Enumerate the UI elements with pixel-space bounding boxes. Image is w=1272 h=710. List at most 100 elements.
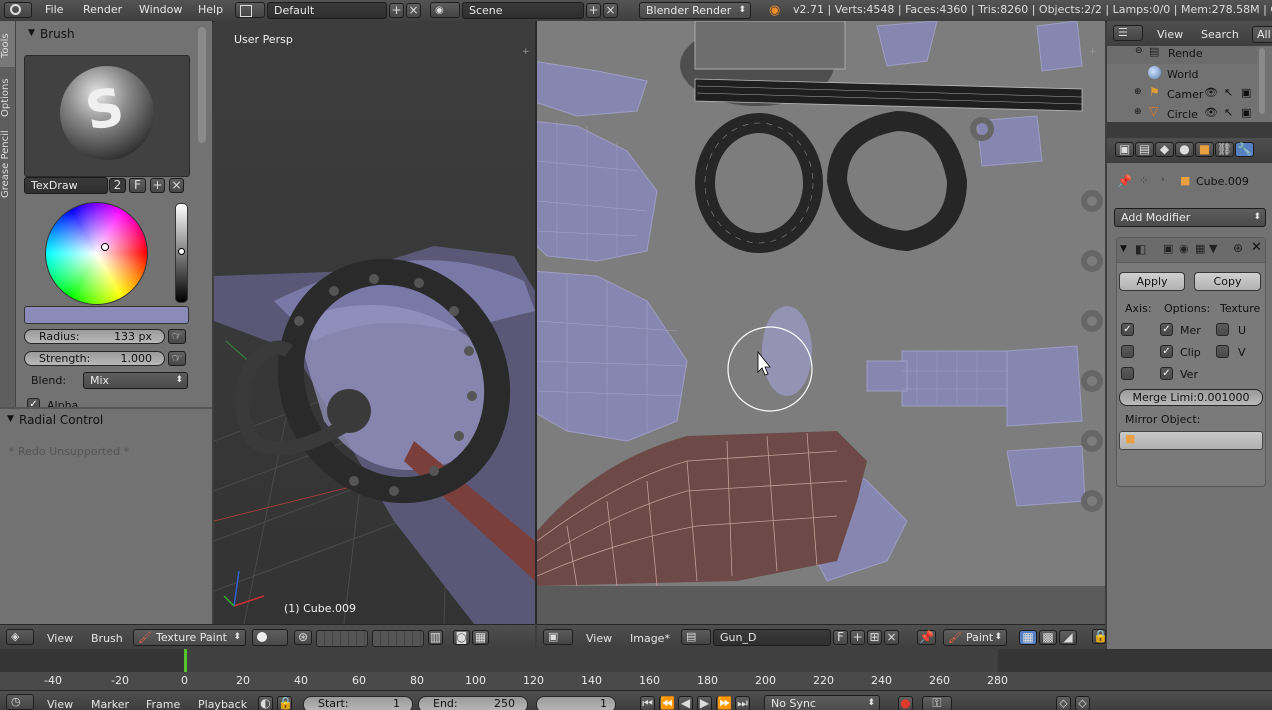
display-alpha-icon[interactable]: ▩	[1039, 630, 1057, 645]
prev-keyframe-icon[interactable]: ⏪	[659, 696, 675, 710]
radius-pressure-button[interactable]: ☞	[168, 329, 186, 344]
visibility-eye-icon[interactable]: 👁	[1204, 106, 1218, 119]
view-menu[interactable]: View	[47, 698, 73, 710]
keying-set-icon[interactable]: ◐	[258, 696, 273, 710]
mirror-v-checkbox[interactable]	[1216, 345, 1229, 358]
lock-icon[interactable]: 🔒	[277, 696, 293, 710]
expand-icon[interactable]: ⊕	[1134, 87, 1142, 97]
editor-type-button[interactable]: ◈	[6, 629, 34, 645]
view-menu[interactable]: View	[586, 632, 612, 645]
outliner-item-world[interactable]: World	[1167, 68, 1199, 81]
image-browse[interactable]: ▤	[681, 629, 711, 645]
render-layers-tab-icon[interactable]: ▤	[1135, 142, 1154, 157]
radius-field[interactable]: Radius: 133 px	[24, 329, 165, 344]
insert-keyframe-icon[interactable]: ⬦	[1056, 696, 1071, 710]
layer-buttons[interactable]	[316, 630, 368, 647]
playback-menu[interactable]: Playback	[198, 698, 247, 710]
screen-layout-browse[interactable]	[235, 2, 265, 18]
end-frame-field[interactable]: End: 250	[418, 696, 528, 710]
outliner-item-circle[interactable]: Circle	[1167, 108, 1198, 121]
fake-user-button[interactable]: F	[129, 178, 146, 193]
sync-mode-select[interactable]: No Sync ⬍	[764, 695, 880, 710]
current-frame-marker[interactable]	[184, 649, 187, 672]
viewport-shading-select[interactable]	[252, 629, 288, 646]
pin-icon[interactable]: 📌	[1117, 174, 1132, 188]
collapse-arrow-icon[interactable]: ▼	[28, 28, 35, 38]
outliner-scrollbar[interactable]	[1259, 48, 1265, 114]
layer-buttons[interactable]	[372, 630, 424, 647]
outliner-row[interactable]: ⊕ ▽ Circle 👁 ↖ ▣	[1107, 104, 1257, 124]
menu-file[interactable]: File	[45, 3, 63, 16]
mode-select[interactable]: 🖌 Texture Paint ⬍	[133, 629, 246, 646]
scene-tab-icon[interactable]: ◆	[1155, 142, 1174, 157]
brush-panel-title[interactable]: Brush	[40, 27, 75, 41]
outliner-item-camera[interactable]: Camer	[1167, 88, 1203, 101]
remove-modifier-icon[interactable]: ✕	[1251, 240, 1262, 255]
image-menu[interactable]: Image*	[630, 632, 670, 645]
menu-render[interactable]: Render	[83, 3, 122, 16]
strength-pressure-button[interactable]: ☞	[168, 351, 186, 366]
timeline-keyframe-area[interactable]	[0, 649, 1272, 672]
editor-type-button[interactable]: ▣	[543, 629, 573, 645]
apply-on-spline-icon[interactable]: ⊕	[1233, 241, 1243, 255]
render-tab-icon[interactable]: ▣	[1115, 142, 1134, 157]
realtime-display-icon[interactable]: ▣	[1163, 242, 1173, 255]
image-name-field[interactable]: Gun_D	[713, 629, 831, 646]
cage-display-icon[interactable]: ▼	[1209, 242, 1217, 255]
area-divider[interactable]	[1107, 122, 1272, 138]
tab-options[interactable]: Options	[0, 73, 15, 123]
world-tab-icon[interactable]: ●	[1175, 142, 1194, 157]
image-mode-select[interactable]: 🖌 Paint ⬍	[943, 629, 1007, 646]
display-z-buffer-icon[interactable]: ◢	[1059, 630, 1077, 645]
pivot-icon[interactable]: ⊛	[294, 630, 312, 645]
color-wheel[interactable]	[45, 202, 148, 305]
menu-help[interactable]: Help	[198, 3, 223, 16]
remove-scene-button[interactable]: ×	[603, 3, 618, 18]
jump-end-icon[interactable]: ⏭	[735, 696, 750, 710]
axis-z-checkbox[interactable]	[1121, 367, 1134, 380]
render-display-icon[interactable]: ◉	[1179, 242, 1189, 255]
start-frame-field[interactable]: Start: 1	[303, 696, 413, 710]
brush-preview[interactable]: S	[24, 55, 190, 177]
mirror-u-checkbox[interactable]	[1216, 323, 1229, 336]
pin-image-icon[interactable]: 📌	[917, 630, 936, 645]
editor-type-button[interactable]: ◷	[6, 694, 34, 710]
outliner-search-menu[interactable]: Search	[1201, 28, 1239, 41]
brush-menu[interactable]: Brush	[91, 632, 123, 645]
marker-menu[interactable]: Marker	[91, 698, 129, 710]
expand-icon[interactable]: ⊖	[1135, 46, 1143, 56]
brush-color-swatch[interactable]	[24, 306, 189, 324]
tab-grease-pencil[interactable]: Grease Pencil	[0, 127, 15, 201]
area-split-icon[interactable]: +	[1089, 47, 1097, 57]
tool-shelf-scrollbar[interactable]	[198, 27, 206, 143]
remove-screen-button[interactable]: ×	[406, 3, 421, 18]
next-keyframe-icon[interactable]: ⏩	[716, 696, 732, 710]
play-icon[interactable]: ▶	[697, 696, 712, 710]
outliner-row[interactable]: ⊖ ▤ Rende	[1107, 45, 1257, 64]
lock-camera-icon[interactable]: ▥	[428, 630, 443, 645]
render-camera-icon[interactable]: ▣	[1241, 106, 1251, 119]
collapse-arrow-icon[interactable]: ▼	[1120, 244, 1127, 254]
merge-checkbox[interactable]: ✓	[1160, 323, 1173, 336]
brush-name-field[interactable]: TexDraw	[24, 177, 108, 194]
new-brush-button[interactable]: +	[150, 178, 165, 193]
new-image-button[interactable]: +	[850, 630, 865, 645]
area-split-icon[interactable]: +	[522, 47, 530, 57]
clipping-checkbox[interactable]: ✓	[1160, 345, 1173, 358]
vertex-groups-checkbox[interactable]: ✓	[1160, 367, 1173, 380]
value-slider[interactable]	[175, 203, 188, 303]
outliner-filter-select[interactable]: All	[1252, 26, 1272, 43]
outliner-item-render[interactable]: Rende	[1168, 47, 1203, 60]
object-tab-icon[interactable]: ■	[1195, 142, 1214, 157]
delete-keyframe-icon[interactable]: ⬦	[1075, 696, 1090, 710]
radial-control-title[interactable]: Radial Control	[19, 413, 103, 427]
open-image-button[interactable]: ⊞	[867, 630, 882, 645]
collapse-arrow-icon[interactable]: ▼	[7, 414, 14, 424]
render-engine-select[interactable]: Blender Render ⬍	[639, 2, 751, 19]
axis-y-checkbox[interactable]	[1121, 345, 1134, 358]
blend-select[interactable]: Mix ⬍	[83, 372, 188, 389]
apply-button[interactable]: Apply	[1119, 272, 1185, 291]
screen-layout-field[interactable]: Default	[267, 2, 387, 19]
play-reverse-icon[interactable]: ◀	[678, 696, 693, 710]
editor-type-button[interactable]: ☰	[1113, 25, 1143, 41]
